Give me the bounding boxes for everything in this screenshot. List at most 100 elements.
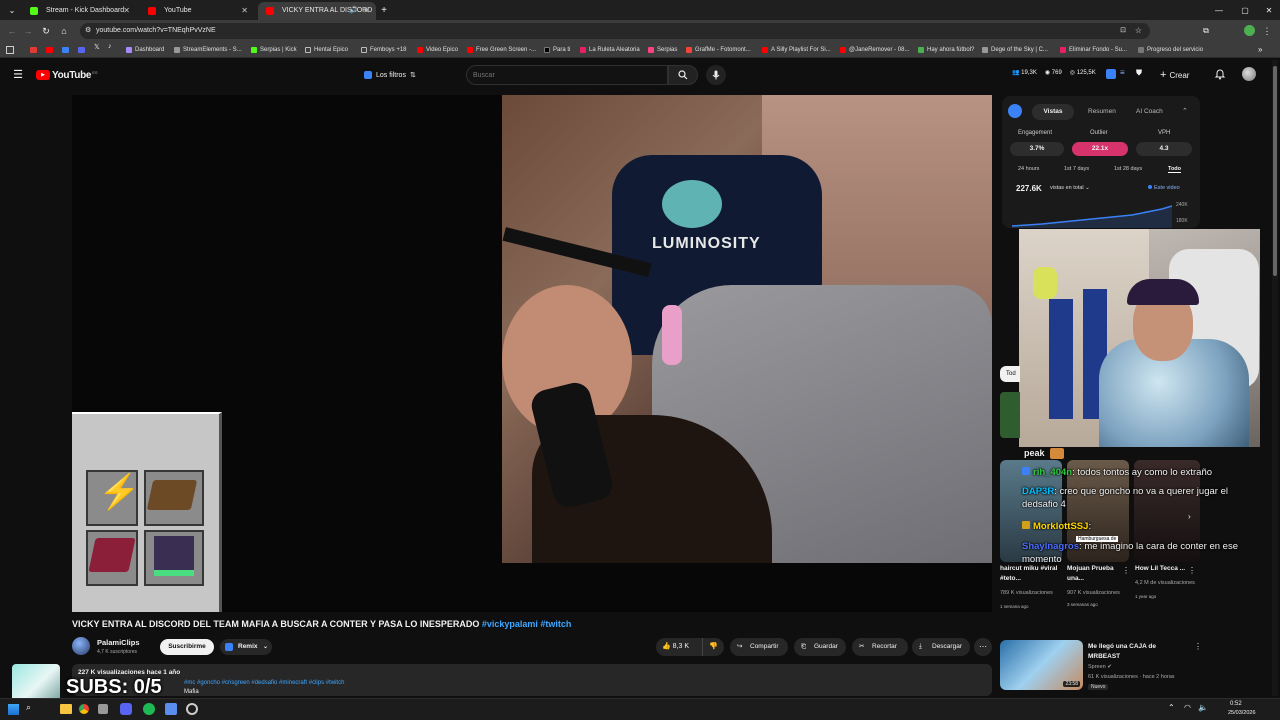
start-button[interactable] [8, 704, 19, 715]
bookmark-item[interactable]: Hay ahora fútbol? [918, 42, 974, 58]
channel-avatar[interactable] [72, 637, 90, 655]
window-close-icon[interactable]: ✕ [1262, 3, 1276, 17]
spotify-icon[interactable] [143, 703, 155, 715]
more-bookmarks-icon[interactable]: » [1258, 42, 1262, 58]
minimize-icon[interactable]: — [1212, 3, 1226, 17]
back-icon[interactable]: ← [6, 24, 18, 38]
chrome-icon[interactable] [78, 703, 90, 715]
clock-date[interactable]: 25/03/2026 [1228, 710, 1256, 716]
wifi-icon[interactable]: ◠ [1184, 703, 1191, 712]
range-7d[interactable]: 1st 7 days [1064, 166, 1089, 172]
shorts-next-icon[interactable]: › [1188, 512, 1191, 521]
apps-grid-icon[interactable] [6, 46, 14, 54]
notifications-bell-icon[interactable] [1214, 68, 1226, 80]
extensions-icon[interactable]: ⧉ [1200, 24, 1212, 38]
tab-ai-coach[interactable]: AI Coach [1136, 104, 1163, 120]
close-icon[interactable]: ✕ [363, 2, 370, 20]
total-views-dropdown[interactable]: vistas en total ⌄ [1050, 185, 1090, 191]
like-button[interactable]: 👍 8,3 K [656, 638, 700, 656]
speaker-icon[interactable]: 🔊 [349, 2, 358, 20]
account-avatar[interactable] [1242, 67, 1256, 81]
range-24h[interactable]: 24 hours [1018, 166, 1039, 172]
title-hashtags[interactable]: #vickypalami #twitch [482, 619, 572, 629]
tab-kick-dashboard[interactable]: Stream - Kick Dashboard ✕ [22, 2, 136, 20]
search-taskbar-icon[interactable]: ⌕ [26, 702, 31, 713]
filter-chip-all[interactable]: Tod [1000, 366, 1020, 382]
short-title[interactable]: Mojuan Prueba una... [1067, 564, 1127, 584]
tab-resumen[interactable]: Resumen [1088, 104, 1116, 120]
bookmark-item[interactable]: Para ti [544, 42, 570, 58]
description-hashtags[interactable]: #mc #goncho #crisgreen #dedsafio #minecr… [184, 680, 344, 686]
bookmark-item[interactable]: GrafMe - Fotomont... [686, 42, 751, 58]
bookmark-item[interactable]: Progreso del servicio [1138, 42, 1203, 58]
short-title[interactable]: How Lil Tecca ... [1135, 564, 1195, 574]
page-scrollbar[interactable] [1272, 60, 1278, 696]
subscribe-button[interactable]: Suscribirme [160, 639, 214, 655]
bookmark-item[interactable]: @JaneRemover - 08... [840, 42, 909, 58]
description-box[interactable]: 227 K visualizaciones hace 1 año #mc #go… [72, 664, 992, 696]
recommended-video[interactable]: 23:58 Me llegó una CAJA de MRBEAST Spree… [1000, 640, 1202, 692]
tab-vistas[interactable]: Vistas [1032, 104, 1074, 120]
app-icon[interactable] [98, 704, 108, 714]
range-28d[interactable]: 1st 28 days [1114, 166, 1142, 172]
bookmark-item[interactable]: Hentai Epico [305, 42, 348, 58]
video-thumbnail[interactable]: 23:58 [1000, 640, 1083, 690]
dislike-button[interactable]: 👎 [702, 638, 724, 656]
file-explorer-icon[interactable] [60, 704, 72, 714]
bookmark-item[interactable]: A Silly Playlist For Si... [762, 42, 831, 58]
bookmark-icon-discord[interactable] [78, 47, 85, 53]
bookmark-item[interactable]: Serpias [648, 42, 677, 58]
youtube-logo[interactable]: ▶ YouTube ES [36, 69, 98, 81]
bookmark-item[interactable]: Femboys +18 [361, 42, 407, 58]
discord-icon[interactable] [120, 703, 132, 715]
obs-icon[interactable] [186, 703, 198, 715]
shield-app-icon[interactable] [165, 703, 177, 715]
bookmark-icon-tiktok[interactable]: ♪ [108, 43, 112, 50]
rec-more-icon[interactable]: ⋮ [1194, 642, 1202, 651]
bookmark-star-icon[interactable]: ☆ [1135, 23, 1142, 39]
reload-icon[interactable]: ↻ [40, 24, 52, 38]
bookmark-item[interactable]: Dege of the Sky | C... [982, 42, 1048, 58]
search-button[interactable] [668, 65, 698, 85]
tab-video-active[interactable]: VICKY ENTRA AL DISCORD 🔊 ✕ [258, 2, 376, 20]
new-tab-icon[interactable]: + [378, 3, 390, 17]
close-icon[interactable]: ✕ [241, 2, 248, 20]
collapse-chevron-icon[interactable]: ⌃ [1182, 104, 1188, 120]
menu-dots-icon[interactable]: ⋮ [1262, 24, 1272, 38]
bookmark-icon-red[interactable] [30, 47, 37, 53]
more-actions-button[interactable]: ⋯ [974, 638, 992, 656]
bookmark-item[interactable]: Serpias | Kick [251, 42, 297, 58]
extension-list-icon[interactable]: ≡ [1120, 68, 1125, 77]
clock-time[interactable]: 0:52 [1230, 701, 1242, 707]
bookmark-item[interactable]: Dashboard [126, 42, 164, 58]
short-title[interactable]: haircut miku #viral #teto... [1000, 564, 1064, 584]
search-box[interactable] [466, 65, 668, 85]
short-more-icon[interactable]: ⋮ [1188, 566, 1196, 575]
download-button[interactable]: ⤓ Descargar [912, 638, 970, 656]
maximize-icon[interactable]: ▢ [1238, 3, 1252, 17]
short-more-icon[interactable]: ⋮ [1122, 566, 1130, 575]
share-button[interactable]: ↪ Compartir [730, 638, 788, 656]
site-info-icon[interactable]: ⚙ [85, 23, 91, 39]
tab-search-icon[interactable]: ⌄ [6, 4, 18, 16]
range-all[interactable]: Todo [1168, 166, 1182, 173]
install-app-icon[interactable]: ⊡ [1120, 23, 1126, 39]
remix-button[interactable]: Remix ⌄ [220, 639, 272, 655]
tray-chevron-icon[interactable]: ⌃ [1168, 703, 1175, 712]
bookmark-icon-x[interactable]: 𝕏 [94, 43, 100, 51]
home-icon[interactable]: ⌂ [58, 24, 70, 38]
rec-video-title[interactable]: Me llegó una CAJA de MRBEAST [1088, 642, 1184, 662]
voice-search-button[interactable] [706, 65, 726, 85]
bookmark-icon-blue[interactable] [62, 47, 69, 53]
channel-name[interactable]: PalamiClips [97, 638, 140, 647]
bookmark-icon-yt[interactable] [46, 47, 53, 53]
bookmark-item[interactable]: La Ruleta Aleatoria [580, 42, 640, 58]
close-icon[interactable]: ✕ [123, 2, 130, 20]
extension-blue-icon[interactable] [1106, 69, 1116, 79]
profile-avatar-icon[interactable] [1244, 25, 1255, 36]
tab-youtube[interactable]: YouTube ✕ [140, 2, 254, 20]
filters-button[interactable]: Los filtros ⇅ [364, 68, 416, 82]
search-input[interactable] [473, 69, 663, 81]
forward-icon[interactable]: → [22, 24, 34, 38]
bookmark-item[interactable]: Free Green Screen -... [467, 42, 536, 58]
